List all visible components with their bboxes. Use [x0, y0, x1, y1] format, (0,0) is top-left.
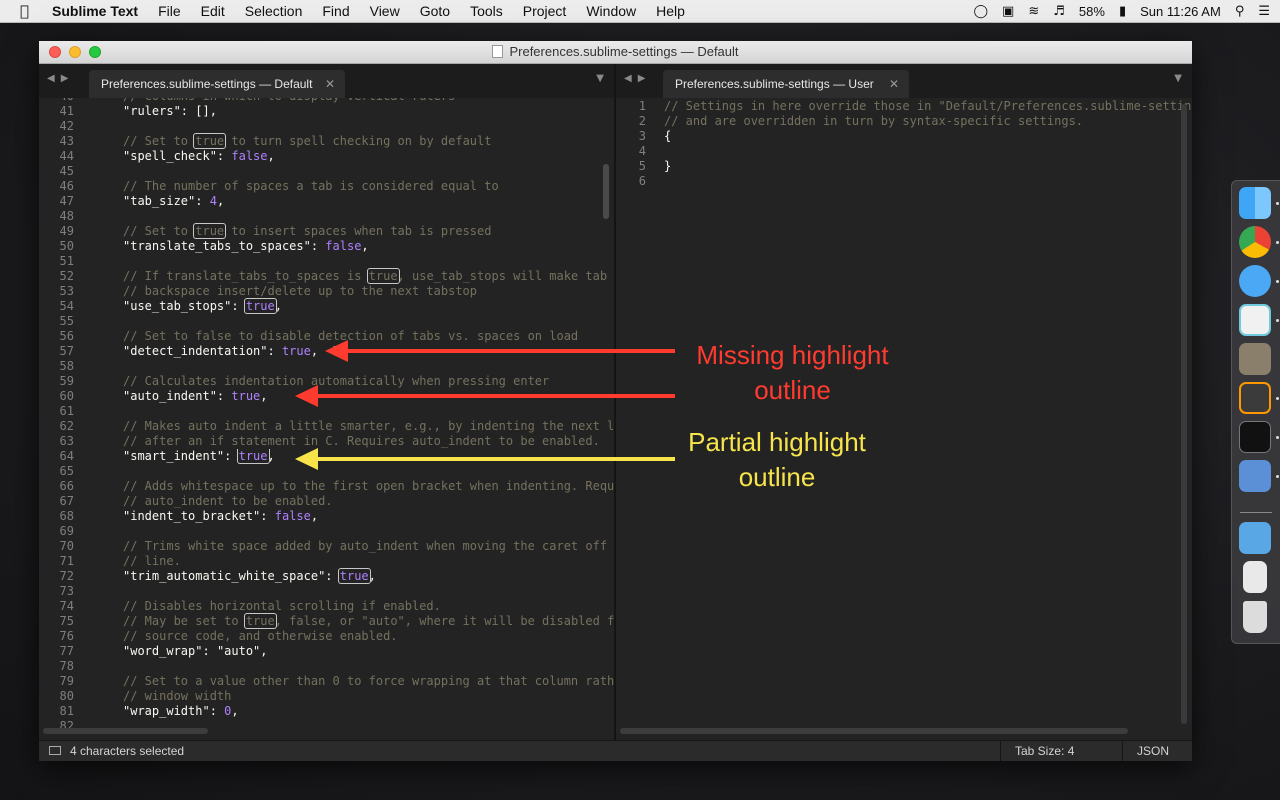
trash-icon[interactable] — [1243, 601, 1267, 633]
keychain-icon[interactable] — [1239, 343, 1271, 375]
running-indicator — [1276, 319, 1279, 322]
annotation-arrows — [295, 340, 675, 470]
annotation-partial-highlight: Partial highlight outline — [672, 427, 882, 493]
dock-separator — [1240, 512, 1272, 513]
running-indicator — [1276, 397, 1279, 400]
running-indicator — [1276, 475, 1279, 478]
annotation-text: Missing highlight — [696, 340, 889, 370]
annotation-missing-highlight: Missing highlight outline — [680, 340, 905, 406]
dock — [1231, 180, 1280, 644]
document-icon[interactable] — [1243, 561, 1267, 593]
terminal-icon[interactable] — [1239, 421, 1271, 453]
running-indicator — [1276, 202, 1279, 205]
running-indicator — [1276, 436, 1279, 439]
slack-icon[interactable] — [1239, 304, 1271, 336]
finder-icon[interactable] — [1239, 187, 1271, 219]
annotation-text: outline — [738, 462, 816, 492]
running-indicator — [1276, 280, 1279, 283]
messages-icon[interactable] — [1239, 265, 1271, 297]
video-icon[interactable] — [1239, 460, 1271, 492]
running-indicator — [1276, 241, 1279, 244]
chrome-icon[interactable] — [1239, 226, 1271, 258]
annotation-text: outline — [754, 375, 831, 405]
applications-folder-icon[interactable] — [1239, 522, 1271, 554]
arrow-partial — [295, 448, 675, 470]
arrow-missing-1 — [325, 340, 675, 362]
arrow-missing-2 — [295, 385, 675, 407]
annotation-text: Partial highlight — [688, 427, 866, 457]
sublime-text-icon[interactable] — [1239, 382, 1271, 414]
